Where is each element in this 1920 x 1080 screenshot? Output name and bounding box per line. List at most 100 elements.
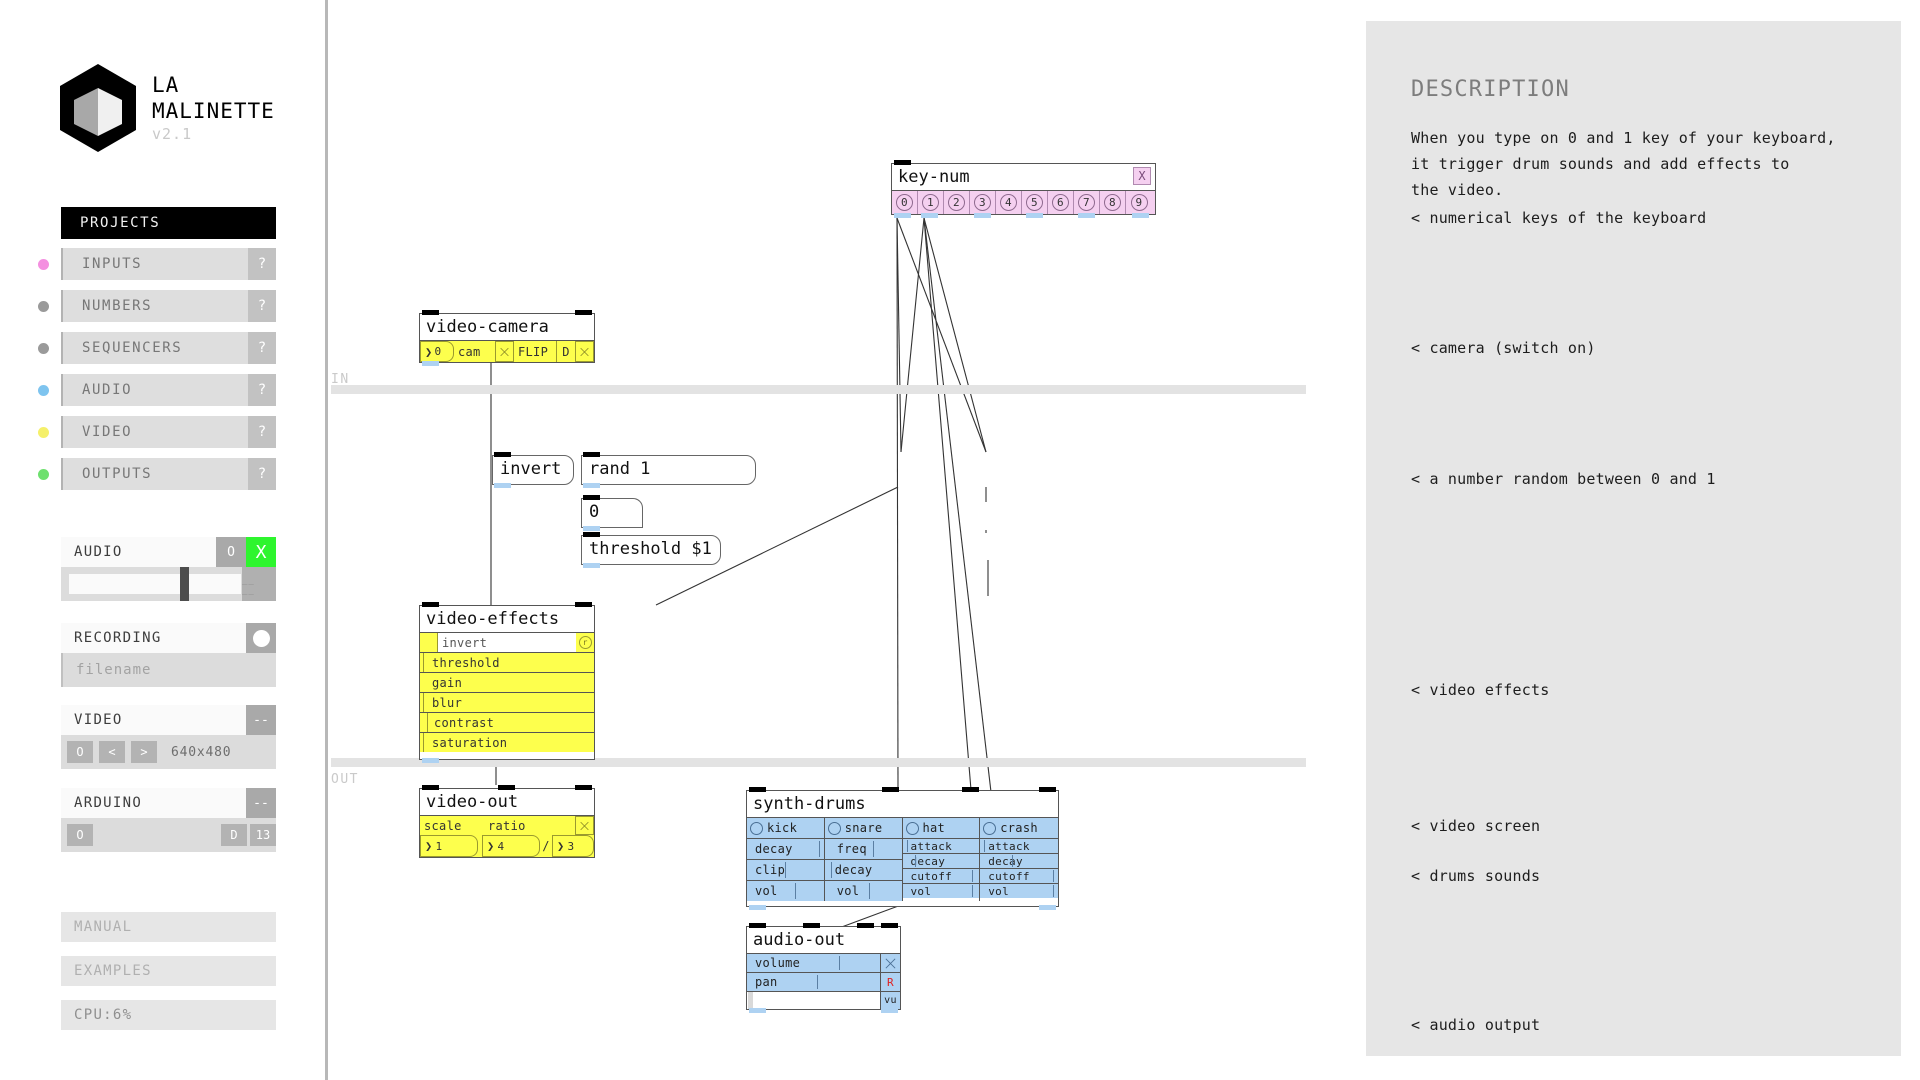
node-outlet[interactable] (422, 361, 439, 366)
node-inlet[interactable] (803, 923, 820, 928)
key-button-8[interactable]: 8 (1100, 191, 1126, 214)
key-button-7[interactable]: 7 (1074, 191, 1100, 214)
node-outlet[interactable] (1039, 905, 1056, 910)
d-label[interactable]: D (556, 341, 575, 362)
node-synth-drums[interactable]: synth-drums kick decay clip vol snare fr… (746, 787, 1059, 910)
param-row[interactable]: decay (824, 859, 902, 880)
key-button-0[interactable]: 0 (892, 191, 918, 214)
audio-out-vu-row[interactable]: vu (747, 991, 900, 1013)
audio-out-volume-row[interactable]: volume (747, 953, 900, 972)
effect-row-gain[interactable]: gain (420, 672, 594, 692)
arduino-pin-type[interactable]: D (221, 824, 247, 846)
node-outlet[interactable] (583, 483, 600, 488)
cam-index-field[interactable]: ❯ 0 (420, 341, 454, 362)
drum-channel-kick[interactable]: kick decay clip vol (747, 818, 825, 901)
node-inlet[interactable] (422, 785, 439, 790)
reset-button[interactable]: r (576, 633, 594, 652)
node-inlet[interactable] (894, 160, 911, 165)
param-slider-handle[interactable] (972, 885, 974, 897)
node-outlet[interactable] (494, 483, 511, 488)
effect-row-saturation[interactable]: saturation (420, 732, 594, 752)
audio-close-button[interactable]: X (246, 537, 276, 567)
param-row[interactable]: freq (824, 838, 902, 859)
key-button-3[interactable]: 3 (970, 191, 996, 214)
volume-slider-handle[interactable] (839, 956, 840, 970)
param-row[interactable]: decay (747, 838, 824, 859)
sidebar-item-video[interactable]: VIDEO ? (38, 416, 276, 448)
node-outlet[interactable] (422, 758, 439, 763)
video-out-values-row[interactable]: ❯ 1 ❯ 4 / ❯ 3 (420, 835, 594, 857)
node-inlet[interactable] (857, 923, 874, 928)
help-button[interactable]: ? (248, 332, 276, 364)
effect-row-contrast[interactable]: contrast (420, 712, 594, 732)
slider-knob[interactable] (180, 567, 189, 601)
sidebar-item-inputs[interactable]: INPUTS ? (38, 248, 276, 280)
effect-row-threshold[interactable]: threshold (420, 652, 594, 672)
video-next-button[interactable]: > (131, 741, 157, 763)
param-slider-handle[interactable] (972, 870, 974, 882)
node-outlet[interactable] (583, 526, 600, 531)
object-rand[interactable]: rand 1 (581, 452, 756, 488)
help-button[interactable]: ? (248, 374, 276, 406)
node-inlet[interactable] (881, 923, 898, 928)
key-button-9[interactable]: 9 (1126, 191, 1152, 214)
audio-power-button[interactable]: O (216, 537, 246, 567)
param-slider-handle[interactable] (914, 855, 916, 867)
audio-out-pan-row[interactable]: pan R (747, 972, 900, 991)
pan-slider-handle[interactable] (817, 975, 818, 989)
key-button-2[interactable]: 2 (944, 191, 970, 214)
channel-header[interactable]: kick (747, 818, 824, 838)
effect-slider[interactable] (420, 713, 428, 732)
node-outlet[interactable] (749, 905, 766, 910)
param-slider-handle[interactable] (785, 862, 786, 878)
help-button[interactable]: ? (248, 248, 276, 280)
sidebar-item-sequencers[interactable]: SEQUENCERS ? (38, 332, 276, 364)
scale-value-field[interactable]: ❯ 1 (420, 835, 478, 857)
ratio-num-field[interactable]: ❯ 4 (482, 835, 540, 857)
key-button-4[interactable]: 4 (996, 191, 1022, 214)
arduino-dash-button[interactable]: -- (246, 788, 276, 818)
param-row[interactable]: vol (980, 883, 1058, 898)
video-prev-button[interactable]: < (99, 741, 125, 763)
node-outlet[interactable] (1026, 213, 1043, 218)
sidebar-item-outputs[interactable]: OUTPUTS ? (38, 458, 276, 490)
param-slider-handle[interactable] (1053, 870, 1054, 882)
channel-header[interactable]: crash (980, 818, 1058, 838)
node-outlet[interactable] (881, 1008, 898, 1013)
help-button[interactable]: ? (248, 290, 276, 322)
node-inlet[interactable] (583, 495, 600, 500)
param-slider-handle[interactable] (984, 840, 986, 852)
param-row[interactable]: decay (980, 853, 1058, 868)
channel-header[interactable]: snare (824, 818, 902, 838)
param-slider-handle[interactable] (906, 840, 908, 852)
node-outlet[interactable] (583, 563, 600, 568)
effect-row-invert[interactable]: invert r (420, 632, 594, 652)
effect-row-blur[interactable]: blur (420, 692, 594, 712)
manual-link[interactable]: MANUAL (61, 912, 276, 942)
node-inlet[interactable] (422, 602, 439, 607)
node-inlet[interactable] (583, 532, 600, 537)
key-button-5[interactable]: 5 (1022, 191, 1048, 214)
param-row[interactable]: attack (902, 838, 980, 853)
node-outlet[interactable] (749, 1008, 766, 1013)
param-slider-handle[interactable] (830, 862, 832, 878)
node-outlet[interactable] (1132, 213, 1149, 218)
filename-input[interactable]: filename (61, 653, 276, 687)
key-num-keys-row[interactable]: 0 1 2 3 4 5 6 7 8 9 (892, 190, 1155, 218)
effect-toggle[interactable] (420, 633, 438, 652)
node-inlet[interactable] (1039, 787, 1056, 792)
node-inlet[interactable] (749, 923, 766, 928)
param-slider-handle[interactable] (795, 883, 796, 899)
param-slider-handle[interactable] (1053, 885, 1054, 897)
node-inlet[interactable] (749, 787, 766, 792)
object-threshold[interactable]: threshold $1 (581, 532, 721, 568)
channel-header[interactable]: hat (902, 818, 980, 838)
param-row[interactable]: cutoff (980, 868, 1058, 883)
drum-channel-crash[interactable]: crash attack decay cutoff vol (980, 818, 1058, 901)
close-button[interactable] (575, 816, 594, 835)
param-row[interactable]: vol (747, 880, 824, 901)
node-inlet[interactable] (575, 602, 592, 607)
help-button[interactable]: ? (248, 458, 276, 490)
drum-channel-hat[interactable]: hat attack decay cutoff vol (902, 818, 981, 901)
video-power-button[interactable]: O (67, 741, 93, 763)
